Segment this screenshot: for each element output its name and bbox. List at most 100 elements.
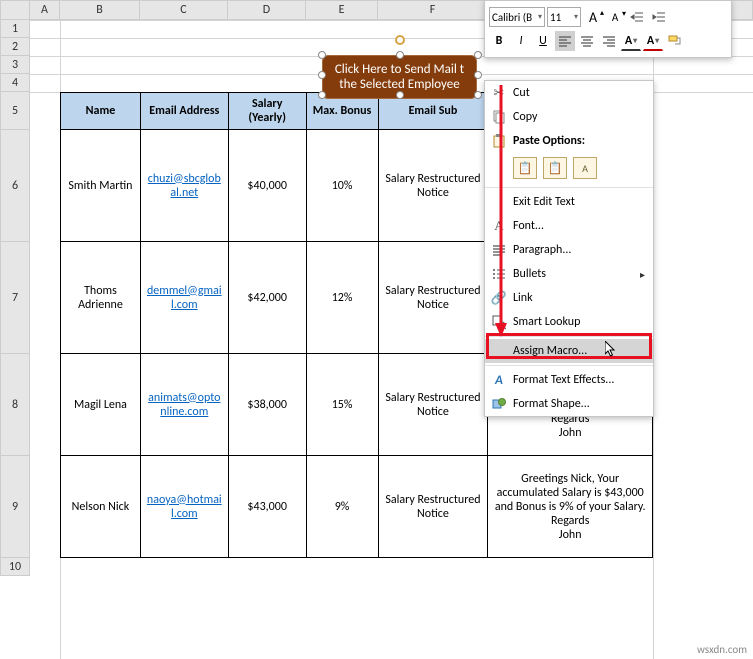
bold-icon[interactable]: B [489,31,509,51]
menu-font[interactable]: A Font... [485,214,653,238]
cell-email[interactable]: chuzi@sbcglobal.net [140,130,228,242]
menu-copy[interactable]: Copy [485,105,653,129]
decrease-font-icon[interactable]: A▾ [605,7,625,27]
menu-label: Link [513,291,533,305]
cell-email[interactable]: animats@optonline.com [140,354,228,456]
format-painter-icon[interactable] [665,31,685,51]
cell-salary[interactable]: $42,000 [228,242,306,354]
menu-link[interactable]: 🔗 Link [485,286,653,310]
cell-name[interactable]: Smith Martin [61,130,141,242]
paste-option-keep-source-icon[interactable]: 📋 [513,157,537,179]
increase-font-icon[interactable]: A▴ [583,7,603,27]
cell-email[interactable]: naoya@hotmail.com [140,456,228,558]
menu-smart-lookup[interactable]: Smart Lookup [485,310,653,334]
email-link[interactable]: naoya@hotmail.com [147,493,222,521]
cell-bonus[interactable]: 12% [306,242,378,354]
decrease-indent-icon[interactable] [627,7,647,27]
row-2[interactable]: 2 [0,38,30,56]
cell-subject[interactable]: Salary Restructured Notice [378,130,488,242]
row-7[interactable]: 7 [0,242,30,354]
resize-handle[interactable] [396,51,404,59]
header-name: Name [61,93,141,130]
cell-bonus[interactable]: 10% [306,130,378,242]
mini-toolbar: Calibri (B▾ 11▾ A▴ A▾ B I U A▾ A▾ [484,0,732,58]
text-effects-icon: A [491,372,507,388]
cell-salary[interactable]: $40,000 [228,130,306,242]
rotate-handle-icon[interactable] [395,35,405,45]
font-family-selector[interactable]: Calibri (B▾ [489,7,545,27]
paste-option-text-icon[interactable]: A [573,157,597,179]
resize-handle[interactable] [474,51,482,59]
cell-subject[interactable]: Salary Restructured Notice [378,354,488,456]
cell-name[interactable]: Nelson Nick [61,456,141,558]
menu-format-text-effects[interactable]: A Format Text Effects... [485,368,653,392]
align-right-icon[interactable] [599,31,619,51]
menu-paragraph[interactable]: Paragraph... [485,238,653,262]
table-row: Nelson Nick naoya@hotmail.com $43,000 9%… [61,456,653,558]
row-6[interactable]: 6 [0,130,30,242]
col-D[interactable]: D [228,0,306,20]
resize-handle[interactable] [396,91,404,99]
font-size-selector[interactable]: 11▾ [547,7,581,27]
cell-subject[interactable]: Salary Restructured Notice [378,242,488,354]
row-10[interactable]: 10 [0,558,30,576]
row-9[interactable]: 9 [0,456,30,558]
align-left-icon[interactable] [555,31,575,51]
fill-color-icon[interactable]: A▾ [621,31,641,51]
cell-name[interactable]: Thoms Adrienne [61,242,141,354]
menu-label: Cut [513,86,530,100]
row-4[interactable]: 4 [0,74,30,92]
cell-body[interactable]: Greetings Nick, Your accumulated Salary … [488,456,653,558]
resize-handle[interactable] [474,71,482,79]
cell-salary[interactable]: $43,000 [228,456,306,558]
cell-bonus[interactable]: 15% [306,354,378,456]
font-color-icon[interactable]: A▾ [643,31,663,51]
context-menu: ✂ Cut Copy Paste Options: 📋 📋 A Exit Edi… [484,80,654,417]
email-link[interactable]: chuzi@sbcglobal.net [148,172,221,200]
menu-label: Exit Edit Text [513,195,575,209]
col-E[interactable]: E [306,0,378,20]
paste-option-merge-icon[interactable]: 📋 [543,157,567,179]
row-headers: 1 2 3 4 5 6 7 8 9 10 [0,20,30,576]
menu-format-shape[interactable]: Format Shape... [485,392,653,416]
cell-name[interactable]: Magil Lena [61,354,141,456]
resize-handle[interactable] [474,91,482,99]
email-link[interactable]: demmel@gmail.com [147,284,222,312]
increase-indent-icon[interactable] [649,7,669,27]
format-shape-icon [491,396,507,412]
watermark: wsxdn.com [697,643,747,656]
row-3[interactable]: 3 [0,56,30,74]
italic-icon[interactable]: I [511,31,531,51]
menu-label: Paste Options: [513,134,585,148]
menu-label: Copy [513,110,537,124]
col-B[interactable]: B [60,0,140,20]
menu-exit-edit-text[interactable]: Exit Edit Text [485,190,653,214]
cell-bonus[interactable]: 9% [306,456,378,558]
resize-handle[interactable] [318,51,326,59]
resize-handle[interactable] [318,71,326,79]
menu-label: Format Text Effects... [513,373,614,387]
email-link[interactable]: animats@optonline.com [148,391,220,419]
menu-label: Bullets [513,267,546,281]
col-F[interactable]: F [378,0,488,20]
cursor-icon [605,341,617,359]
shape-text-line2: the Selected Employee [339,77,459,92]
paste-options-row: 📋 📋 A [485,153,653,185]
menu-bullets[interactable]: Bullets ▸ [485,262,653,286]
underline-icon[interactable]: U [533,31,553,51]
row-1[interactable]: 1 [0,20,30,38]
cell-salary[interactable]: $38,000 [228,354,306,456]
col-A[interactable]: A [30,0,60,20]
row-8[interactable]: 8 [0,354,30,456]
align-center-icon[interactable] [577,31,597,51]
cell-email[interactable]: demmel@gmail.com [140,242,228,354]
menu-label: Format Shape... [513,397,590,411]
cell-subject[interactable]: Salary Restructured Notice [378,456,488,558]
col-C[interactable]: C [140,0,228,20]
select-all-corner[interactable] [0,0,30,20]
arrow-icon [494,85,508,337]
submenu-arrow-icon: ▸ [640,268,645,281]
row-5[interactable]: 5 [0,92,30,130]
resize-handle[interactable] [318,91,326,99]
menu-cut[interactable]: ✂ Cut [485,81,653,105]
